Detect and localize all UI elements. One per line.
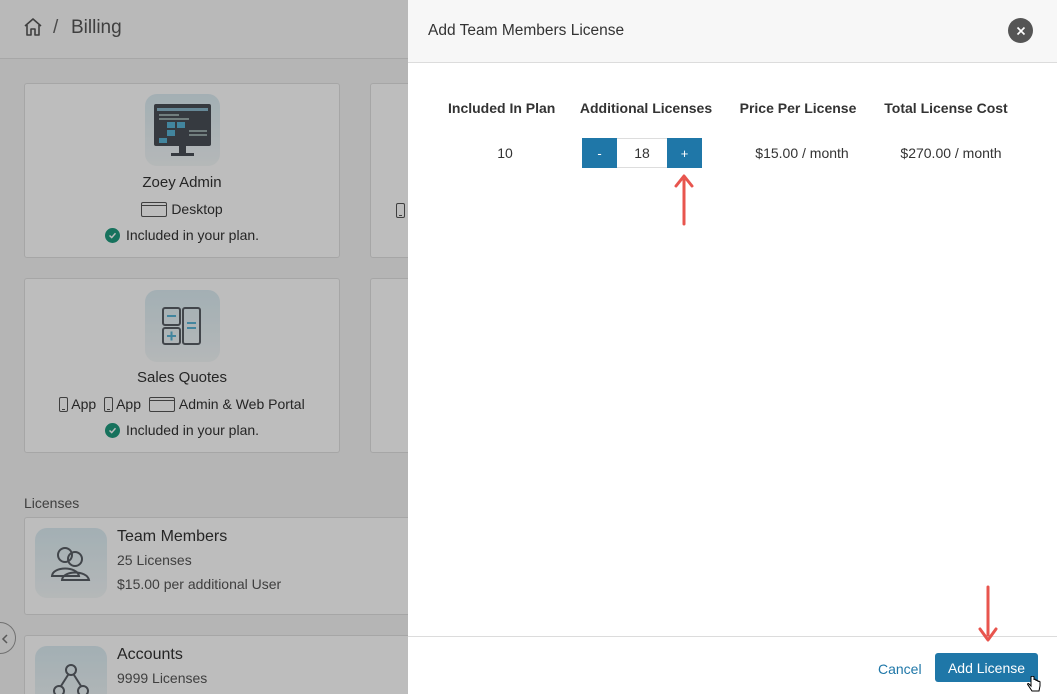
additional-licenses-input[interactable] [617,138,667,168]
column-header-total: Total License Cost [884,100,1008,116]
hand-cursor-icon [1027,676,1041,692]
panel-header: Add Team Members License [408,0,1057,63]
panel-title: Add Team Members License [428,22,625,39]
price-per-license-value: $15.00 / month [755,145,849,161]
panel-footer: Cancel Add License [408,636,1057,694]
total-license-cost-value: $270.00 / month [900,145,1002,161]
cancel-button[interactable]: Cancel [878,661,922,677]
included-in-plan-value: 10 [497,145,513,161]
annotation-arrow-up-icon [674,174,694,226]
close-icon [1016,26,1025,35]
decrement-button[interactable]: - [582,138,617,168]
add-license-panel: Add Team Members License Included In Pla… [408,0,1057,694]
increment-button[interactable]: + [667,138,702,168]
column-header-included: Included In Plan [448,100,556,116]
add-license-button[interactable]: Add License [935,653,1038,682]
close-button[interactable] [1008,18,1033,43]
column-header-additional: Additional Licenses [579,100,713,116]
annotation-arrow-down-icon [978,585,998,642]
column-header-price: Price Per License [739,100,857,116]
